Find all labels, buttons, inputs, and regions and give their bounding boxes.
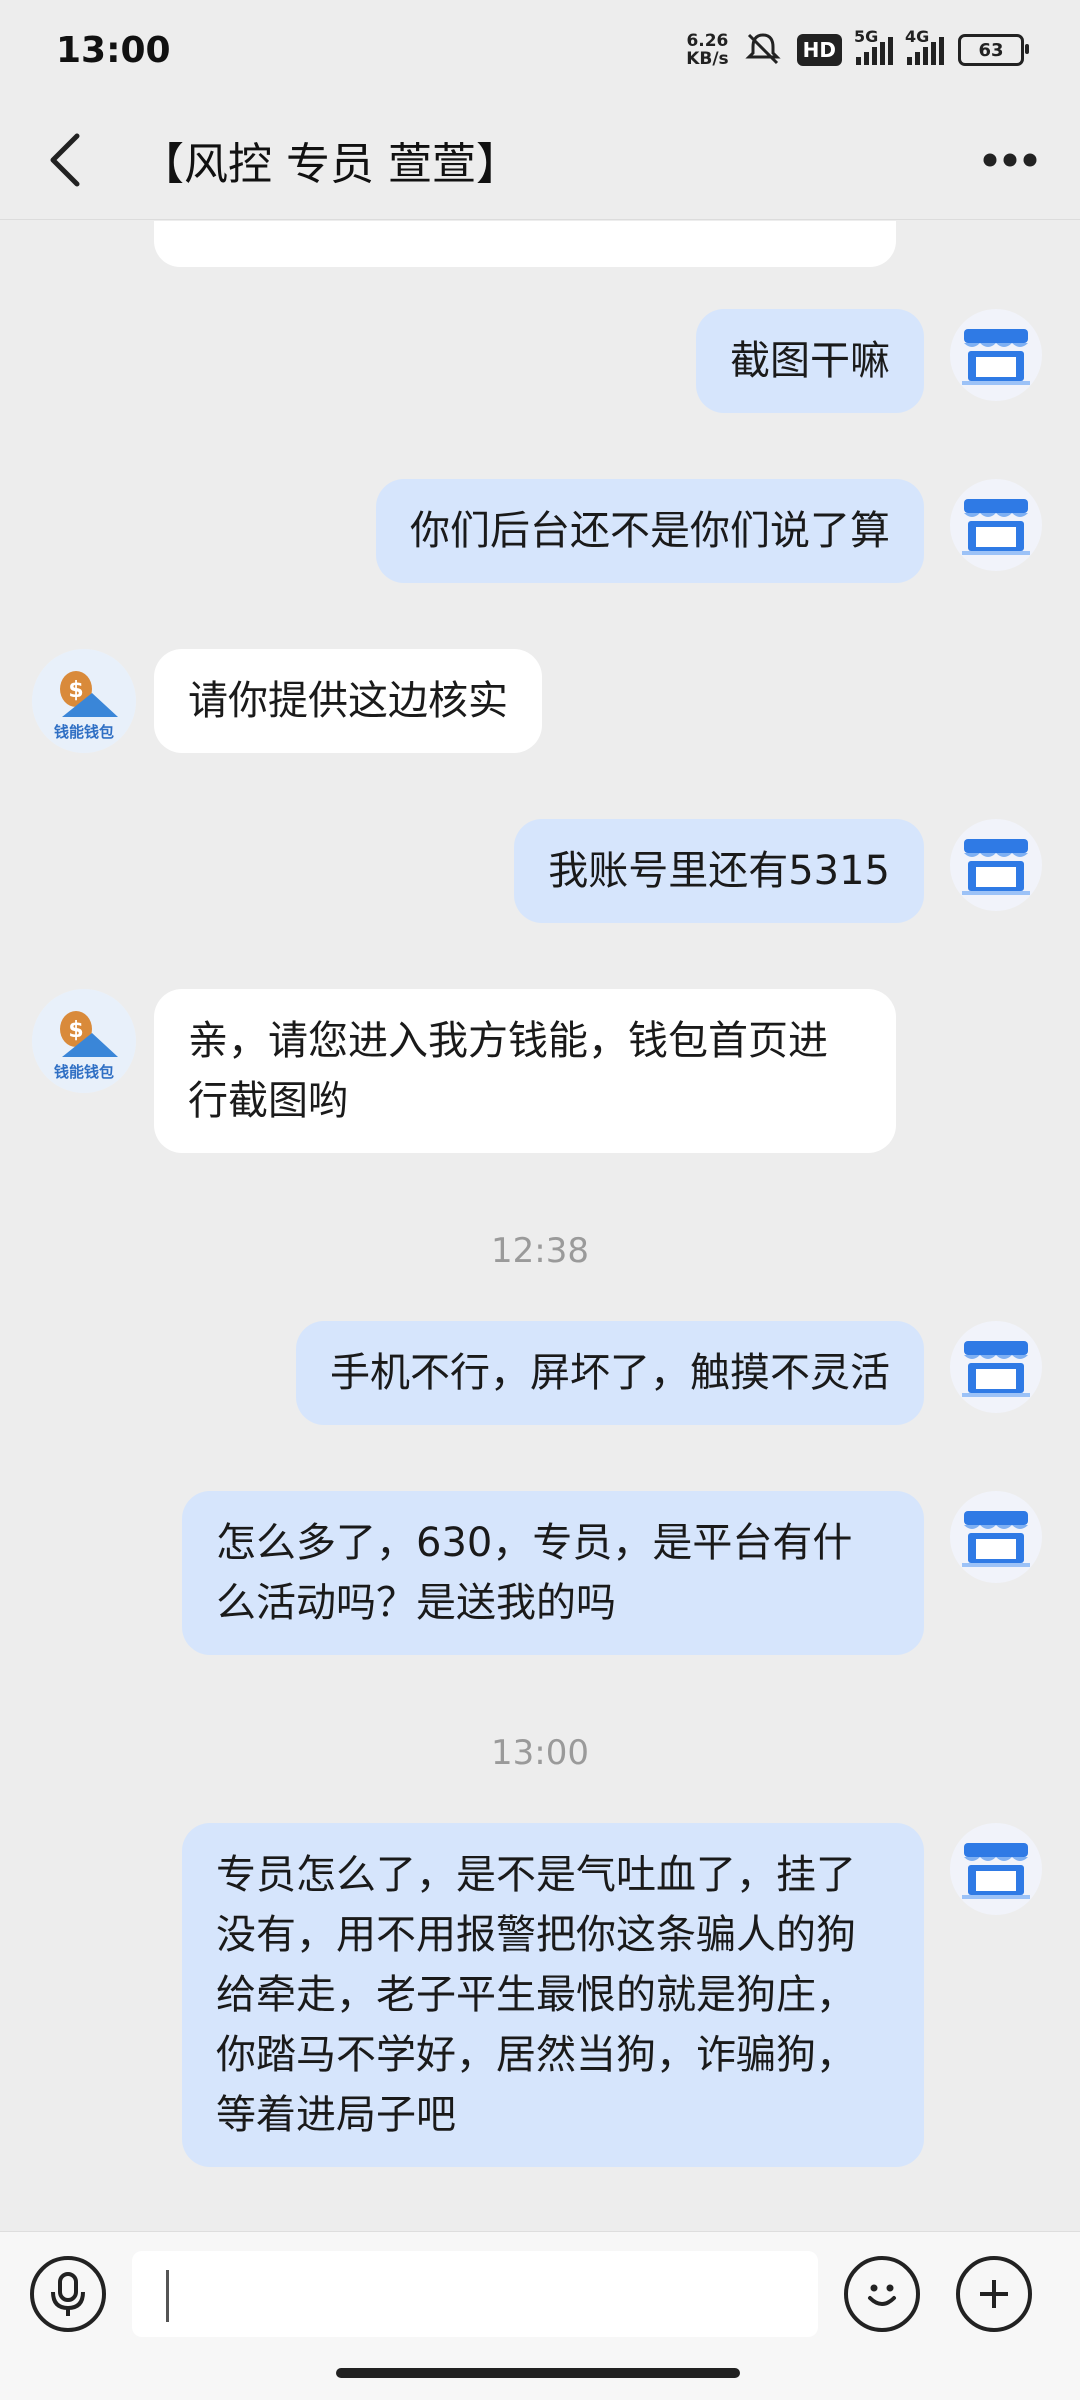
timestamp-label: 13:00	[491, 1733, 589, 1773]
emoji-button[interactable]	[844, 2256, 920, 2332]
text-caret	[166, 2270, 169, 2322]
agent-avatar[interactable]: $ 钱能钱包	[32, 989, 136, 1093]
message-list[interactable]: 截图干嘛 你们后台还不是你们说了算 $ 钱能钱包 请你提供这边核实 我账号里还有…	[0, 221, 1080, 2231]
back-button[interactable]	[30, 120, 100, 200]
chat-screen: 13:00 6.26 KB/s HD 5G 4G 63 【风控 专员 萱萱】 截…	[0, 0, 1080, 2400]
my-avatar[interactable]	[950, 309, 1042, 401]
plus-icon	[980, 2280, 1008, 2308]
partial-message-bubble	[154, 221, 896, 267]
status-time: 13:00	[56, 29, 171, 71]
my-message-bubble[interactable]: 怎么多了，630，专员，是平台有什么活动吗？是送我的吗	[182, 1491, 924, 1655]
store-icon	[962, 1341, 1030, 1397]
network-speed-unit: KB/s	[686, 49, 729, 69]
more-dots-icon	[983, 153, 1037, 166]
message-input[interactable]	[132, 2251, 818, 2337]
agent-message-bubble[interactable]: 请你提供这边核实	[154, 649, 542, 753]
system-nav-bar	[0, 2356, 1080, 2400]
mute-icon	[743, 31, 783, 70]
signal-5g-icon: 5G	[854, 27, 893, 65]
agent-avatar-text: 钱能钱包	[54, 723, 114, 741]
agent-message-bubble[interactable]: 亲，请您进入我方钱能，钱包首页进行截图哟	[154, 989, 896, 1153]
microphone-icon	[51, 2272, 85, 2316]
emoji-icon	[868, 2284, 896, 2306]
battery-level: 63	[978, 39, 1004, 61]
my-message-bubble[interactable]: 手机不行，屏坏了，触摸不灵活	[296, 1321, 924, 1425]
network-5g-label: 5G	[854, 27, 879, 46]
network-speed-value: 6.26	[686, 31, 729, 51]
signal-4g-icon: 4G	[905, 27, 944, 65]
status-icons: 6.26 KB/s HD 5G 4G 63	[686, 27, 1029, 70]
agent-avatar-text: 钱能钱包	[54, 1063, 114, 1081]
agent-avatar[interactable]: $ 钱能钱包	[32, 649, 136, 753]
battery-icon: 63	[958, 34, 1029, 66]
my-message-bubble[interactable]: 我账号里还有5315	[514, 819, 924, 923]
store-icon	[962, 329, 1030, 385]
store-icon	[962, 1843, 1030, 1899]
store-icon	[962, 839, 1030, 895]
my-avatar[interactable]	[950, 819, 1042, 911]
status-bar: 13:00 6.26 KB/s HD 5G 4G 63	[0, 0, 1080, 100]
hd-badge: HD	[796, 34, 842, 66]
store-icon	[962, 499, 1030, 555]
network-speed: 6.26 KB/s	[686, 32, 728, 68]
voice-button[interactable]	[30, 2256, 106, 2332]
home-indicator[interactable]	[336, 2368, 740, 2378]
my-message-bubble[interactable]: 截图干嘛	[696, 309, 924, 413]
back-chevron-icon	[50, 133, 80, 186]
plus-button[interactable]	[956, 2256, 1032, 2332]
timestamp-label: 12:38	[491, 1231, 589, 1271]
wallet-logo-icon: $ 钱能钱包	[32, 649, 136, 753]
my-avatar[interactable]	[950, 479, 1042, 571]
input-bar	[0, 2231, 1080, 2356]
more-button[interactable]	[970, 120, 1050, 200]
my-avatar[interactable]	[950, 1491, 1042, 1583]
svg-text:$: $	[68, 1018, 83, 1043]
my-avatar[interactable]	[950, 1823, 1042, 1915]
svg-text:$: $	[68, 678, 83, 703]
network-4g-label: 4G	[905, 27, 930, 46]
my-avatar[interactable]	[950, 1321, 1042, 1413]
my-message-bubble[interactable]: 你们后台还不是你们说了算	[376, 479, 924, 583]
chat-title: 【风控 专员 萱萱】	[140, 138, 520, 190]
chat-header: 【风控 专员 萱萱】	[0, 100, 1080, 220]
wallet-logo-icon: $ 钱能钱包	[32, 989, 136, 1093]
store-icon	[962, 1511, 1030, 1567]
my-message-bubble[interactable]: 专员怎么了，是不是气吐血了，挂了没有，用不用报警把你这条骗人的狗给牵走，老子平生…	[182, 1823, 924, 2167]
